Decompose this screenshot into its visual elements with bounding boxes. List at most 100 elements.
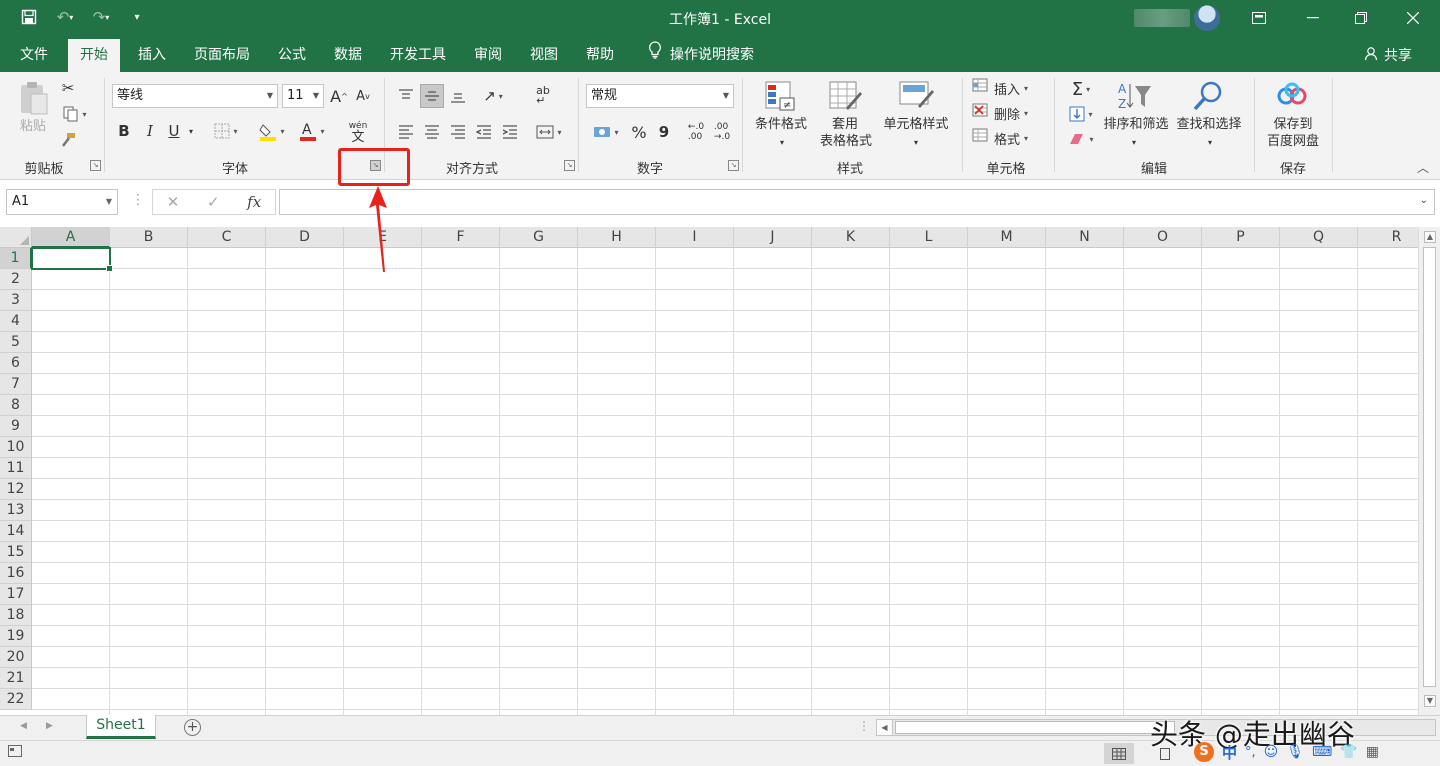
format-as-table-line1[interactable]: 套用 — [814, 116, 876, 133]
add-sheet-icon[interactable]: + — [184, 719, 201, 736]
sheet-tab[interactable]: Sheet1 — [86, 715, 156, 739]
tab-review[interactable]: 审阅 — [462, 39, 514, 72]
column-header[interactable]: C — [188, 227, 266, 248]
insert-cells-button[interactable]: 插入 ▾ — [972, 78, 1028, 98]
tab-developer[interactable]: 开发工具 — [378, 39, 458, 72]
paste-icon[interactable] — [14, 78, 54, 118]
find-select-label[interactable]: 查找和选择 — [1172, 116, 1246, 133]
chevron-down-icon[interactable]: ▾ — [1200, 136, 1220, 148]
row-header[interactable]: 17 — [0, 584, 32, 605]
collapse-ribbon-icon[interactable]: ︿ — [1414, 158, 1432, 176]
punctuation-icon[interactable]: °, — [1245, 745, 1256, 760]
vertical-scrollbar[interactable]: ▲ ▼ — [1418, 227, 1440, 715]
cell-styles-label[interactable]: 单元格样式 — [876, 116, 956, 133]
chevron-down-icon[interactable]: ▾ — [906, 136, 926, 148]
comma-style-button[interactable]: 9 — [654, 120, 674, 144]
scroll-left-icon[interactable]: ◀ — [877, 720, 893, 735]
normal-view-icon[interactable] — [1104, 743, 1134, 764]
phonetic-guide-icon[interactable]: wén 文 — [340, 118, 376, 146]
copy-icon[interactable]: ▾ — [58, 104, 92, 124]
tab-file[interactable]: 文件 — [8, 39, 60, 72]
minimize-icon[interactable] — [1290, 0, 1336, 36]
chevron-down-icon[interactable]: ▾ — [772, 136, 792, 148]
row-header[interactable]: 19 — [0, 626, 32, 647]
ribbon-display-options-icon[interactable] — [1236, 0, 1282, 36]
column-header[interactable]: N — [1046, 227, 1124, 248]
tab-page-layout[interactable]: 页面布局 — [182, 39, 262, 72]
underline-dropdown-icon[interactable]: ▾ — [184, 120, 198, 142]
row-header[interactable]: 14 — [0, 521, 32, 542]
next-sheet-icon[interactable]: ▶ — [46, 721, 53, 731]
row-header[interactable]: 10 — [0, 437, 32, 458]
formula-input[interactable]: ⌄ — [279, 189, 1435, 215]
column-header[interactable]: F — [422, 227, 500, 248]
active-cell[interactable] — [31, 247, 113, 272]
tab-data[interactable]: 数据 — [322, 39, 374, 72]
ime-mode-label[interactable]: 中 — [1222, 742, 1237, 763]
column-header[interactable]: D — [266, 227, 344, 248]
wrap-text-icon[interactable]: ab ↵ — [530, 84, 556, 108]
keyboard-icon[interactable]: ⌨ — [1312, 744, 1332, 760]
decrease-decimal-button[interactable]: .00 →.0 — [710, 118, 734, 146]
column-header[interactable]: H — [578, 227, 656, 248]
column-header[interactable]: I — [656, 227, 734, 248]
paste-label[interactable]: 粘贴 — [12, 118, 54, 135]
font-name-combo[interactable]: 等线 ▼ — [112, 84, 278, 108]
account-name[interactable] — [1134, 9, 1190, 27]
row-header[interactable]: 8 — [0, 395, 32, 416]
orientation-icon[interactable]: ↗ ▾ — [476, 84, 510, 108]
row-header[interactable]: 20 — [0, 647, 32, 668]
row-header[interactable]: 15 — [0, 542, 32, 563]
row-header[interactable]: 22 — [0, 689, 32, 710]
autosum-icon[interactable]: Σ ▾ — [1062, 78, 1100, 100]
italic-button[interactable]: I — [140, 120, 160, 142]
restore-icon[interactable] — [1338, 0, 1384, 36]
borders-icon[interactable]: ▾ — [208, 120, 244, 142]
column-header[interactable]: L — [890, 227, 968, 248]
conditional-formatting-label[interactable]: 条件格式 — [750, 116, 812, 133]
skin-icon[interactable]: 👕 — [1340, 744, 1357, 760]
row-header[interactable]: 13 — [0, 500, 32, 521]
column-header[interactable]: A — [32, 227, 110, 248]
insert-function-button[interactable]: fx — [247, 193, 261, 211]
format-as-table-line2[interactable]: 表格格式 — [808, 133, 884, 150]
align-center-icon[interactable] — [420, 120, 444, 144]
increase-decimal-button[interactable]: ←.0 .00 — [684, 118, 708, 146]
delete-cells-button[interactable]: 删除 ▾ — [972, 103, 1028, 123]
row-header[interactable]: 11 — [0, 458, 32, 479]
align-middle-icon[interactable] — [420, 84, 444, 108]
row-header[interactable]: 12 — [0, 479, 32, 500]
sogou-ime-icon[interactable]: S — [1194, 742, 1214, 762]
toolbox-icon[interactable]: ▦ — [1366, 744, 1379, 760]
row-header[interactable]: 7 — [0, 374, 32, 395]
font-size-combo[interactable]: 11 ▼ — [282, 84, 324, 108]
save-to-netdisk-line1[interactable]: 保存到 — [1262, 116, 1324, 133]
clipboard-dialog-launcher[interactable]: ↘ — [90, 160, 101, 171]
row-header[interactable]: 4 — [0, 311, 32, 332]
column-header[interactable]: G — [500, 227, 578, 248]
row-header[interactable]: 3 — [0, 290, 32, 311]
scroll-thumb[interactable] — [895, 721, 1175, 734]
column-header[interactable]: K — [812, 227, 890, 248]
format-painter-icon[interactable] — [58, 130, 78, 150]
select-all-button[interactable] — [0, 227, 32, 248]
alignment-dialog-launcher[interactable]: ↘ — [564, 160, 575, 171]
prev-sheet-icon[interactable]: ◀ — [20, 721, 27, 731]
accounting-format-icon[interactable]: ▾ — [588, 120, 624, 144]
avatar[interactable] — [1194, 5, 1220, 31]
decrease-font-size-icon[interactable]: Av — [352, 84, 374, 108]
chevron-down-icon[interactable]: ▾ — [1124, 136, 1144, 148]
sort-filter-label[interactable]: 排序和筛选 — [1098, 116, 1174, 133]
scroll-up-icon[interactable]: ▲ — [1424, 231, 1436, 243]
cut-icon[interactable]: ✂ — [58, 78, 78, 98]
fill-color-icon[interactable]: ▾ — [254, 118, 290, 144]
align-right-icon[interactable] — [446, 120, 470, 144]
row-header[interactable]: 6 — [0, 353, 32, 374]
row-header[interactable]: 2 — [0, 269, 32, 290]
tab-help[interactable]: 帮助 — [574, 39, 626, 72]
cancel-icon[interactable]: ✕ — [167, 193, 180, 211]
format-as-table-icon[interactable] — [826, 78, 864, 114]
increase-font-size-icon[interactable]: A ^ — [328, 84, 350, 108]
row-header[interactable]: 1 — [0, 248, 32, 269]
increase-indent-icon[interactable] — [498, 120, 522, 144]
